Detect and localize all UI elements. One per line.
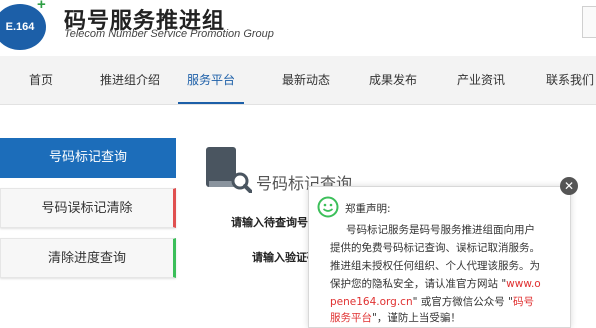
sidebar-item-mark-query[interactable]: 号码标记查询 xyxy=(0,138,176,178)
site-header: E.164 + 码号服务推进组 Telecom Number Service P… xyxy=(0,0,596,56)
popup-text-line: 提供的免费号码标记查询、误标记取消服务。 xyxy=(330,242,540,254)
popup-title: 郑重声明: xyxy=(345,203,391,215)
close-icon[interactable]: ✕ xyxy=(560,177,578,195)
nav-item-contact[interactable]: 联系我们 xyxy=(545,56,595,104)
nav-item-industry[interactable]: 产业资讯 xyxy=(456,56,506,104)
phone-query-label: 请输入待查询号码 xyxy=(231,216,319,229)
popup-text-segment: " 或官方微信公众号 " xyxy=(412,296,513,308)
official-site-link[interactable]: pene164.org.cn xyxy=(330,296,413,308)
wechat-account-name: 服务平台 xyxy=(330,312,372,324)
nav-item-news[interactable]: 最新动态 xyxy=(281,56,331,104)
book-search-icon xyxy=(206,147,252,193)
smile-icon xyxy=(317,196,339,218)
popup-text-line: 保护您的隐私安全，请认准官方网站 "www.o xyxy=(330,276,541,291)
sidebar-item-mis-mark-clear[interactable]: 号码误标记清除 xyxy=(0,188,176,228)
popup-text-segment: 保护您的隐私安全，请认准官方网站 " xyxy=(330,278,507,290)
wechat-account-name: 码号 xyxy=(512,296,534,308)
popup-text-line: pene164.org.cn" 或官方微信公众号 "码号 xyxy=(330,294,534,309)
nav-item-home[interactable]: 首页 xyxy=(28,56,54,104)
nav-item-service-platform[interactable]: 服务平台 xyxy=(178,56,244,104)
header-search-box[interactable] xyxy=(582,6,596,38)
popup-text-segment: "，谨防上当受骗！ xyxy=(372,312,461,324)
popup-text-line: 服务平台"，谨防上当受骗！ xyxy=(330,310,461,325)
official-site-link[interactable]: www.o xyxy=(506,278,541,290)
nav-item-results[interactable]: 成果发布 xyxy=(368,56,418,104)
popup-text-line: 推进组未授权任何组织、个人代理该服务。为 xyxy=(330,260,540,272)
logo-text: E.164 xyxy=(5,21,35,33)
popup-text-line: 号码标记服务是码号服务推进组面向用户 xyxy=(346,224,535,236)
plus-icon: + xyxy=(37,0,46,13)
nav-item-about[interactable]: 推进组介绍 xyxy=(100,56,160,104)
site-subtitle: Telecom Number Service Promotion Group xyxy=(64,28,274,40)
sidebar-item-progress-query[interactable]: 清除进度查询 xyxy=(0,238,176,278)
main-nav: 首页 推进组介绍 服务平台 最新动态 成果发布 产业资讯 联系我们 xyxy=(0,56,596,105)
